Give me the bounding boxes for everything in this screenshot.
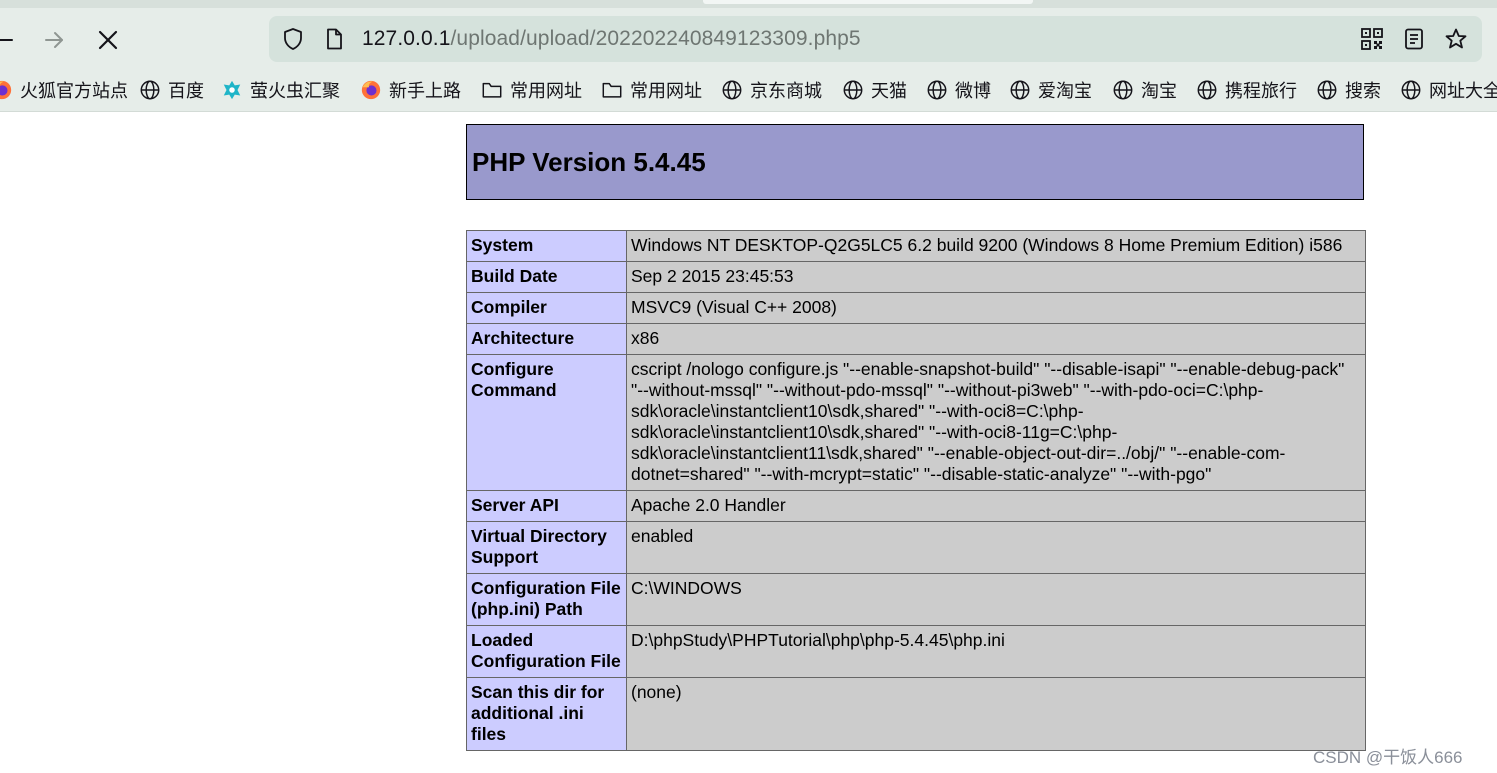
url-host: 127.0.0.1 (362, 27, 451, 50)
row-key: Compiler (466, 292, 627, 324)
bookmark-item[interactable]: 常用网址 (481, 77, 582, 103)
row-value: C:\WINDOWS (626, 573, 1366, 626)
bookmark-item[interactable]: 萤火虫汇聚 (221, 77, 340, 103)
arrow-left-icon (0, 39, 13, 41)
bookmark-label: 网址大全 (1429, 81, 1497, 101)
bookmark-item[interactable]: 新手上路 (360, 77, 461, 103)
bookmark-item[interactable]: 携程旅行 (1196, 77, 1297, 103)
row-value: enabled (626, 521, 1366, 574)
bookmark-label: 常用网址 (510, 81, 582, 101)
bookmark-item[interactable]: 火狐官方站点 (0, 77, 128, 103)
bookmark-item[interactable]: 天猫 (842, 77, 907, 103)
row-value: D:\phpStudy\PHPTutorial\php\php-5.4.45\p… (626, 625, 1366, 678)
row-key: Virtual Directory Support (466, 521, 627, 574)
row-key: Configure Command (466, 354, 627, 491)
phpinfo-table: System Windows NT DESKTOP-Q2G5LC5 6.2 bui… (466, 230, 1366, 751)
row-key: Loaded Configuration File (466, 625, 627, 678)
firefox-icon (361, 80, 381, 100)
bookmark-item[interactable]: 微博 (926, 77, 991, 103)
page-content: PHP Version 5.4.45 System Windows NT DESK… (0, 112, 1497, 773)
table-row: Compiler MSVC9 (Visual C++ 2008) (466, 292, 1366, 324)
row-value: Apache 2.0 Handler (626, 490, 1366, 522)
forward-button[interactable] (36, 22, 72, 58)
row-key: Architecture (466, 323, 627, 355)
bookmark-label: 萤火虫汇聚 (250, 81, 340, 101)
shield-icon[interactable] (281, 27, 305, 51)
bookmarks-bar: 火狐官方站点 百度 萤火虫汇聚 新手上路 常用网址 常用网址 京东商城 天猫 微博 爱淘宝 淘宝 携程… (0, 70, 1497, 110)
globe-icon (722, 80, 742, 100)
table-row: System Windows NT DESKTOP-Q2G5LC5 6.2 bui… (466, 230, 1366, 262)
url-bar[interactable]: 127.0.0.1/upload/upload/2022022408491233… (269, 16, 1482, 62)
bookmark-label: 新手上路 (389, 81, 461, 101)
bookmark-label: 爱淘宝 (1038, 81, 1092, 101)
row-key: Server API (466, 490, 627, 522)
bookmark-item[interactable]: 淘宝 (1112, 77, 1177, 103)
table-row: Server API Apache 2.0 Handler (466, 490, 1366, 522)
browser-toolbar: 127.0.0.1/upload/upload/2022022408491233… (0, 0, 1497, 112)
firefly-icon (223, 80, 241, 100)
url-path: /upload/upload/202202240849123309.php5 (450, 27, 861, 50)
bookmark-item[interactable]: 常用网址 (601, 77, 702, 103)
row-value: cscript /nologo configure.js "--enable-s… (626, 354, 1366, 491)
bookmark-label: 搜索 (1345, 81, 1381, 101)
active-tab[interactable] (703, 0, 1033, 4)
globe-icon (1197, 80, 1217, 100)
bookmark-item[interactable]: 爱淘宝 (1009, 77, 1092, 103)
row-value: x86 (626, 323, 1366, 355)
folder-icon (602, 82, 622, 98)
bookmark-label: 火狐官方站点 (20, 81, 128, 101)
php-version-header: PHP Version 5.4.45 (466, 124, 1364, 200)
globe-icon (843, 80, 863, 100)
bookmark-item[interactable]: 网址大全 (1400, 77, 1497, 103)
bookmark-item[interactable]: 搜索 (1316, 77, 1381, 103)
bookmark-label: 天猫 (871, 81, 907, 101)
csdn-watermark: CSDN @干饭人666 (1313, 748, 1463, 767)
stop-button[interactable] (90, 22, 126, 58)
bookmark-label: 淘宝 (1141, 81, 1177, 101)
row-value: Sep 2 2015 23:45:53 (626, 261, 1366, 293)
table-row: Build Date Sep 2 2015 23:45:53 (466, 261, 1366, 293)
table-row: Configure Command cscript /nologo configu… (466, 354, 1366, 491)
page-icon[interactable] (322, 27, 346, 51)
globe-icon (1401, 80, 1421, 100)
table-row: Configuration File (php.ini) Path C:\WIND… (466, 573, 1366, 626)
globe-icon (1113, 80, 1133, 100)
globe-icon (1010, 80, 1030, 100)
row-key: Build Date (466, 261, 627, 293)
globe-icon (927, 80, 947, 100)
bookmark-label: 百度 (168, 81, 204, 101)
qr-code-icon[interactable] (1360, 27, 1384, 51)
arrow-right-icon (45, 32, 63, 48)
row-key: Scan this dir for additional .ini files (466, 677, 627, 751)
table-row: Architecture x86 (466, 323, 1366, 355)
row-key: System (466, 230, 627, 262)
globe-icon (1317, 80, 1337, 100)
row-value: MSVC9 (Visual C++ 2008) (626, 292, 1366, 324)
folder-icon (482, 82, 502, 98)
globe-icon (140, 80, 160, 100)
reader-view-icon[interactable] (1402, 27, 1426, 51)
row-value: (none) (626, 677, 1366, 751)
row-key: Configuration File (php.ini) Path (466, 573, 627, 626)
bookmark-item[interactable]: 百度 (139, 77, 204, 103)
back-button[interactable] (0, 22, 22, 58)
table-row: Loaded Configuration File D:\phpStudy\PHP… (466, 625, 1366, 678)
url-input[interactable]: 127.0.0.1/upload/upload/2022022408491233… (362, 26, 861, 52)
firefox-icon (0, 80, 12, 100)
page-title: PHP Version 5.4.45 (472, 147, 706, 177)
star-icon[interactable] (1444, 27, 1468, 51)
bookmark-label: 微博 (955, 81, 991, 101)
bookmark-label: 常用网址 (630, 81, 702, 101)
row-value: Windows NT DESKTOP-Q2G5LC5 6.2 build 920… (626, 230, 1366, 262)
table-row: Virtual Directory Support enabled (466, 521, 1366, 574)
close-icon (98, 30, 118, 50)
bookmark-label: 京东商城 (750, 81, 822, 101)
table-row: Scan this dir for additional .ini files(… (466, 677, 1366, 751)
bookmark-item[interactable]: 京东商城 (721, 77, 822, 103)
tab-strip (0, 0, 1497, 8)
bookmark-label: 携程旅行 (1225, 81, 1297, 101)
